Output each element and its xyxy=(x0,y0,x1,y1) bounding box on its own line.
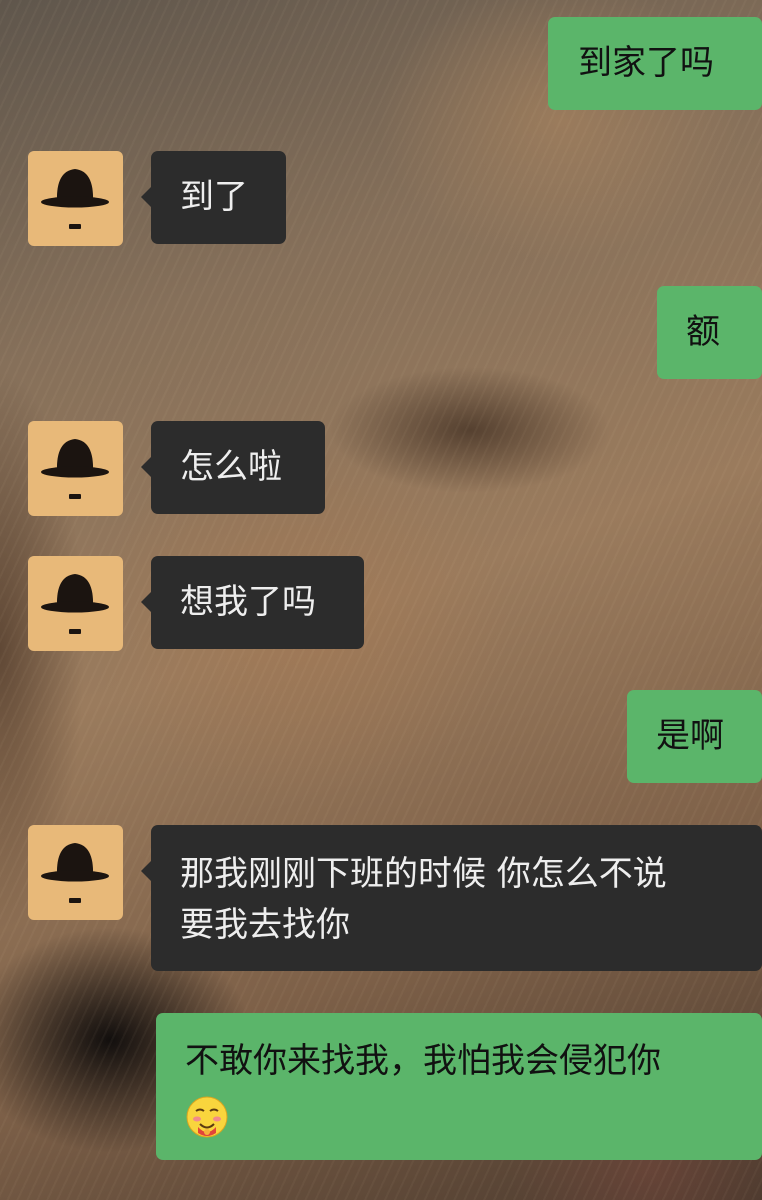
message-text: 不敢你来找我，我怕我会侵犯你 xyxy=(185,1041,661,1081)
bowler-hat-mustache-icon xyxy=(41,169,109,229)
message-text: 想我了吗 xyxy=(180,582,316,622)
message-bubble-received[interactable]: 怎么啦 xyxy=(141,421,325,514)
message-bubble-sent[interactable]: 额 xyxy=(657,286,762,379)
message-text-line: 要我去找你 xyxy=(180,905,350,945)
bowler-hat-mustache-icon xyxy=(41,574,109,634)
message-text: 到了 xyxy=(180,177,248,217)
contact-avatar[interactable] xyxy=(28,421,123,516)
message-text: 是啊 xyxy=(656,716,724,756)
message-text: 到家了吗 xyxy=(578,43,714,83)
message-bubble-sent[interactable]: 是啊 xyxy=(627,690,762,783)
blushing-face-icon xyxy=(186,1096,228,1137)
message-text-line: 那我刚刚下班的时候 你怎么不说 xyxy=(180,854,667,894)
message-bubble-sent[interactable]: 不敢你来找我，我怕我会侵犯你 xyxy=(156,1013,762,1160)
bowler-hat-mustache-icon xyxy=(41,843,109,903)
message-text: 怎么啦 xyxy=(180,447,282,487)
message-bubble-received[interactable]: 想我了吗 xyxy=(141,556,364,649)
bowler-hat-mustache-icon xyxy=(41,439,109,499)
message-bubble-sent[interactable]: 到家了吗 xyxy=(548,17,762,110)
contact-avatar[interactable] xyxy=(28,556,123,651)
contact-avatar[interactable] xyxy=(28,151,123,246)
message-bubble-received[interactable]: 那我刚刚下班的时候 你怎么不说 要我去找你 xyxy=(141,825,762,971)
message-text: 额 xyxy=(686,312,720,352)
message-bubble-received[interactable]: 到了 xyxy=(141,151,286,244)
contact-avatar[interactable] xyxy=(28,825,123,920)
